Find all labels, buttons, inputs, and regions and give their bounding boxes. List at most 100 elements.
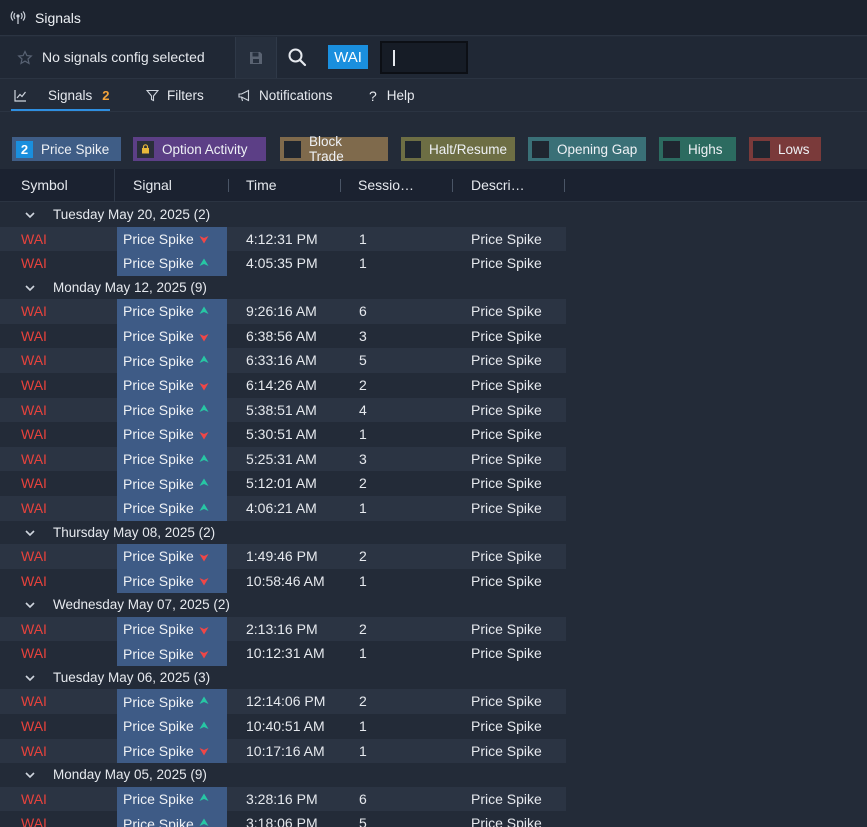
table-row[interactable]: WAI Price Spike 10:12:31 AM 1 Price Spike bbox=[0, 641, 867, 666]
table-row[interactable]: WAI Price Spike 5:25:31 AM 3 Price Spike bbox=[0, 446, 867, 472]
table-row[interactable]: WAI Price Spike 4:06:21 AM 1 Price Spike bbox=[0, 495, 867, 521]
symbol-cell[interactable]: WAI bbox=[21, 402, 47, 418]
signal-cell[interactable]: Price Spike bbox=[117, 226, 227, 252]
table-row[interactable]: WAI Price Spike 2:13:16 PM 2 Price Spike bbox=[0, 616, 867, 642]
symbol-cell[interactable]: WAI bbox=[21, 231, 47, 247]
symbol-cell[interactable]: WAI bbox=[21, 500, 47, 516]
signal-cell[interactable]: Price Spike bbox=[117, 616, 227, 642]
signal-cell[interactable]: Price Spike bbox=[117, 397, 227, 423]
filter-highs[interactable]: Highs bbox=[659, 137, 736, 161]
filter-opening-gap[interactable]: Opening Gap bbox=[528, 137, 646, 161]
signal-cell[interactable]: Price Spike bbox=[117, 544, 227, 569]
table-row[interactable]: WAI Price Spike 4:05:35 PM 1 Price Spike bbox=[0, 251, 867, 276]
symbol-cell[interactable]: WAI bbox=[21, 303, 47, 319]
filter-lows[interactable]: Lows bbox=[749, 137, 821, 161]
symbol-cell[interactable]: WAI bbox=[21, 743, 47, 759]
chevron-down-icon[interactable] bbox=[24, 769, 36, 781]
signal-cell[interactable]: Price Spike bbox=[117, 786, 227, 812]
date-group-header[interactable]: Monday May 12, 2025 (9) bbox=[0, 275, 867, 300]
date-group-header[interactable]: Thursday May 08, 2025 (2) bbox=[0, 520, 867, 545]
config-label[interactable]: No signals config selected bbox=[42, 49, 205, 65]
chevron-down-icon[interactable] bbox=[24, 527, 36, 539]
chevron-down-icon[interactable] bbox=[24, 282, 36, 294]
date-group-header[interactable]: Tuesday May 20, 2025 (2) bbox=[0, 203, 867, 227]
column-resize-handle[interactable] bbox=[564, 179, 565, 192]
symbol-cell[interactable]: WAI bbox=[21, 815, 47, 827]
signal-cell[interactable]: Price Spike bbox=[117, 471, 227, 496]
signal-cell[interactable]: Price Spike bbox=[117, 811, 227, 827]
table-row[interactable]: WAI Price Spike 5:38:51 AM 4 Price Spike bbox=[0, 397, 867, 423]
signal-cell[interactable]: Price Spike bbox=[117, 299, 227, 324]
signal-cell[interactable]: Price Spike bbox=[117, 689, 227, 714]
column-header-description[interactable]: Descri… bbox=[471, 177, 525, 193]
signal-cell[interactable]: Price Spike bbox=[117, 714, 227, 739]
symbol-cell[interactable]: WAI bbox=[21, 791, 47, 807]
table-row[interactable]: WAI Price Spike 6:38:56 AM 3 Price Spike bbox=[0, 323, 867, 349]
symbol-cell[interactable]: WAI bbox=[21, 693, 47, 709]
tab-signals[interactable]: Signals 2 bbox=[14, 80, 110, 112]
symbol-cell[interactable]: WAI bbox=[21, 718, 47, 734]
column-resize-handle[interactable] bbox=[452, 179, 453, 192]
column-header-time[interactable]: Time bbox=[246, 177, 277, 193]
tab-help[interactable]: ? Help bbox=[369, 80, 415, 112]
signal-cell[interactable]: Price Spike bbox=[117, 372, 227, 398]
table-row[interactable]: WAI Price Spike 6:14:26 AM 2 Price Spike bbox=[0, 372, 867, 398]
tab-notifications[interactable]: Notifications bbox=[238, 80, 333, 112]
symbol-cell[interactable]: WAI bbox=[21, 548, 47, 564]
signal-cell[interactable]: Price Spike bbox=[117, 348, 227, 373]
save-button[interactable] bbox=[236, 37, 276, 78]
group-count: (9) bbox=[190, 767, 207, 783]
filter-option-activity[interactable]: Option Activity bbox=[133, 137, 266, 161]
tab-filters[interactable]: Filters bbox=[146, 80, 204, 112]
column-header-session[interactable]: Sessio… bbox=[358, 177, 414, 193]
table-row[interactable]: WAI Price Spike 6:33:16 AM 5 Price Spike bbox=[0, 348, 867, 373]
filter-block-trade[interactable]: Block Trade bbox=[280, 134, 388, 164]
date-group-header[interactable]: Monday May 05, 2025 (9) bbox=[0, 763, 867, 787]
column-header-symbol[interactable]: Symbol bbox=[21, 177, 68, 193]
symbol-cell[interactable]: WAI bbox=[21, 426, 47, 442]
chevron-down-icon[interactable] bbox=[24, 672, 36, 684]
table-row[interactable]: WAI Price Spike 10:58:46 AM 1 Price Spike bbox=[0, 568, 867, 594]
filter-checkbox bbox=[532, 140, 549, 158]
symbol-cell[interactable]: WAI bbox=[21, 645, 47, 661]
table-row[interactable]: WAI Price Spike 3:18:06 PM 5 Price Spike bbox=[0, 811, 867, 827]
table-row[interactable]: WAI Price Spike 10:17:16 AM 1 Price Spike bbox=[0, 738, 867, 764]
symbol-cell[interactable]: WAI bbox=[21, 377, 47, 393]
signal-cell[interactable]: Price Spike bbox=[117, 495, 227, 521]
chevron-down-icon[interactable] bbox=[24, 209, 36, 221]
symbol-cell[interactable]: WAI bbox=[21, 475, 47, 491]
table-row[interactable]: WAI Price Spike 9:26:16 AM 6 Price Spike bbox=[0, 299, 867, 324]
symbol-cell[interactable]: WAI bbox=[21, 573, 47, 589]
table-row[interactable]: WAI Price Spike 3:28:16 PM 6 Price Spike bbox=[0, 786, 867, 812]
symbol-cell[interactable]: WAI bbox=[21, 352, 47, 368]
favorite-star-icon[interactable] bbox=[17, 50, 33, 66]
symbol-cell[interactable]: WAI bbox=[21, 328, 47, 344]
symbol-chip[interactable]: WAI bbox=[328, 45, 368, 69]
filter-price-spike[interactable]: 2 Price Spike bbox=[12, 137, 121, 161]
signal-cell[interactable]: Price Spike bbox=[117, 446, 227, 472]
signal-cell[interactable]: Price Spike bbox=[117, 641, 227, 666]
table-row[interactable]: WAI Price Spike 5:30:51 AM 1 Price Spike bbox=[0, 422, 867, 447]
signal-cell[interactable]: Price Spike bbox=[117, 738, 227, 764]
symbol-cell[interactable]: WAI bbox=[21, 255, 47, 271]
chevron-down-icon[interactable] bbox=[24, 599, 36, 611]
column-resize-handle[interactable] bbox=[340, 179, 341, 192]
signal-cell[interactable]: Price Spike bbox=[117, 251, 227, 276]
date-group-header[interactable]: Wednesday May 07, 2025 (2) bbox=[0, 593, 867, 617]
signal-cell[interactable]: Price Spike bbox=[117, 323, 227, 349]
date-group-header[interactable]: Tuesday May 06, 2025 (3) bbox=[0, 665, 867, 690]
table-row[interactable]: WAI Price Spike 1:49:46 PM 2 Price Spike bbox=[0, 544, 867, 569]
filter-halt-resume[interactable]: Halt/Resume bbox=[401, 137, 515, 161]
table-row[interactable]: WAI Price Spike 12:14:06 PM 2 Price Spike bbox=[0, 689, 867, 714]
symbol-cell[interactable]: WAI bbox=[21, 451, 47, 467]
table-row[interactable]: WAI Price Spike 4:12:31 PM 1 Price Spike bbox=[0, 226, 867, 252]
signal-cell[interactable]: Price Spike bbox=[117, 422, 227, 447]
column-header-signal[interactable]: Signal bbox=[133, 177, 172, 193]
table-row[interactable]: WAI Price Spike 5:12:01 AM 2 Price Spike bbox=[0, 471, 867, 496]
tab-filters-label: Filters bbox=[167, 88, 204, 103]
table-row[interactable]: WAI Price Spike 10:40:51 AM 1 Price Spike bbox=[0, 714, 867, 739]
search-icon[interactable] bbox=[287, 47, 307, 67]
signal-cell[interactable]: Price Spike bbox=[117, 568, 227, 594]
column-resize-handle[interactable] bbox=[228, 179, 229, 192]
symbol-cell[interactable]: WAI bbox=[21, 621, 47, 637]
